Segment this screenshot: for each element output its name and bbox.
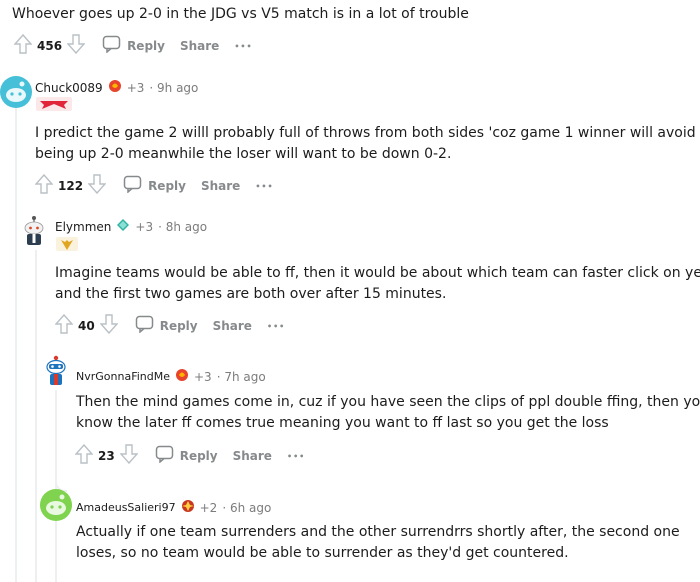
comment-line: being up 2-0 meanwhile the loser will wa… [35,146,452,162]
avatar[interactable] [40,354,72,386]
username[interactable]: NvrGonnaFindMe [76,370,170,383]
reply-button[interactable]: Reply [123,175,186,197]
comment-header: NvrGonnaFindMe +3 · 7h ago [76,367,266,386]
comment-line: loses, so no team would be able to surre… [76,545,569,561]
reply-button[interactable]: Reply [135,315,198,337]
reply-label: Reply [148,179,186,193]
username[interactable]: Elymmen [55,220,111,234]
reply-label: Reply [159,319,198,333]
comment-line: Then the mind games come in, cuz if you … [76,394,700,410]
karma: +3 [135,219,154,234]
reply-label: Reply [179,449,218,463]
award-icon [116,217,130,236]
reply-button[interactable]: Reply [102,35,165,57]
timestamp[interactable]: · 7h ago [217,370,266,384]
upvote-icon[interactable] [13,33,33,58]
comment-header: Chuck0089 +3 · 9h ago [35,78,198,97]
timestamp[interactable]: · 6h ago [222,501,271,515]
comment-line: and the first two games are both over af… [55,286,447,302]
karma: +3 [126,80,145,95]
vote-count: 122 [58,179,84,193]
avatar-icon [46,494,66,515]
team-flair-icon [36,97,72,111]
karma: +2 [199,500,218,515]
share-button[interactable]: Share [201,179,240,193]
top-comment-action-bar: 456 Reply Share ••• [13,33,253,58]
top-comment-text: Whoever goes up 2-0 in the JDG vs V5 mat… [12,6,469,22]
more-options-icon[interactable]: ••• [255,182,273,191]
more-options-icon[interactable]: ••• [234,42,252,51]
team-flair-icon [56,237,78,251]
upvote-icon[interactable] [34,173,54,198]
comment-line: Actually if one team surrenders and the … [76,524,680,540]
award-icon [175,367,189,386]
comment-header: AmadeusSalieri97 +2 · 6h ago [76,498,271,517]
downvote-icon[interactable] [87,174,107,198]
more-options-icon[interactable]: ••• [287,452,305,461]
share-button[interactable]: Share [180,39,219,53]
comment-action-bar: 40 Reply Share ••• [54,313,285,338]
thread-line[interactable] [35,250,37,582]
downvote-icon[interactable] [66,34,86,58]
share-button[interactable]: Share [233,449,272,463]
vote-count: 40 [78,319,95,333]
avatar-icon [6,81,26,102]
award-icon [108,78,122,97]
avatar-icon [24,216,44,245]
downvote-icon[interactable] [99,314,119,338]
comment-bubble-icon [135,315,155,337]
reply-button[interactable]: Reply [155,445,218,467]
comment-bubble-icon [102,35,122,57]
upvote-icon[interactable] [54,313,74,338]
comment-action-bar: 122 Reply Share ••• [34,173,274,198]
comment-header: Elymmen +3 · 8h ago [55,217,207,236]
comment-bubble-icon [123,175,143,197]
comment-line: Imagine teams would be able to ff, then … [55,265,700,281]
karma: +3 [194,369,212,384]
reply-label: Reply [127,39,165,53]
avatar[interactable] [18,214,50,246]
vote-count: 456 [37,39,63,53]
avatar[interactable] [40,489,72,521]
avatar[interactable] [0,76,32,108]
comment-action-bar: 23 Reply Share ••• [74,443,305,468]
award-icon [181,498,195,517]
comment-line: know the later ff comes true meaning you… [76,415,609,431]
more-options-icon[interactable]: ••• [267,322,285,331]
share-button[interactable]: Share [213,319,252,333]
comment-bubble-icon [155,445,175,467]
timestamp[interactable]: · 8h ago [158,220,207,234]
username[interactable]: AmadeusSalieri97 [76,501,176,514]
comment-line: I predict the game 2 willl probably full… [35,125,696,141]
avatar-icon [46,355,66,385]
upvote-icon[interactable] [74,443,94,468]
downvote-icon[interactable] [119,444,139,468]
timestamp[interactable]: · 9h ago [149,81,198,95]
thread-line[interactable] [15,108,17,582]
username[interactable]: Chuck0089 [35,81,103,95]
vote-count: 23 [98,449,115,463]
